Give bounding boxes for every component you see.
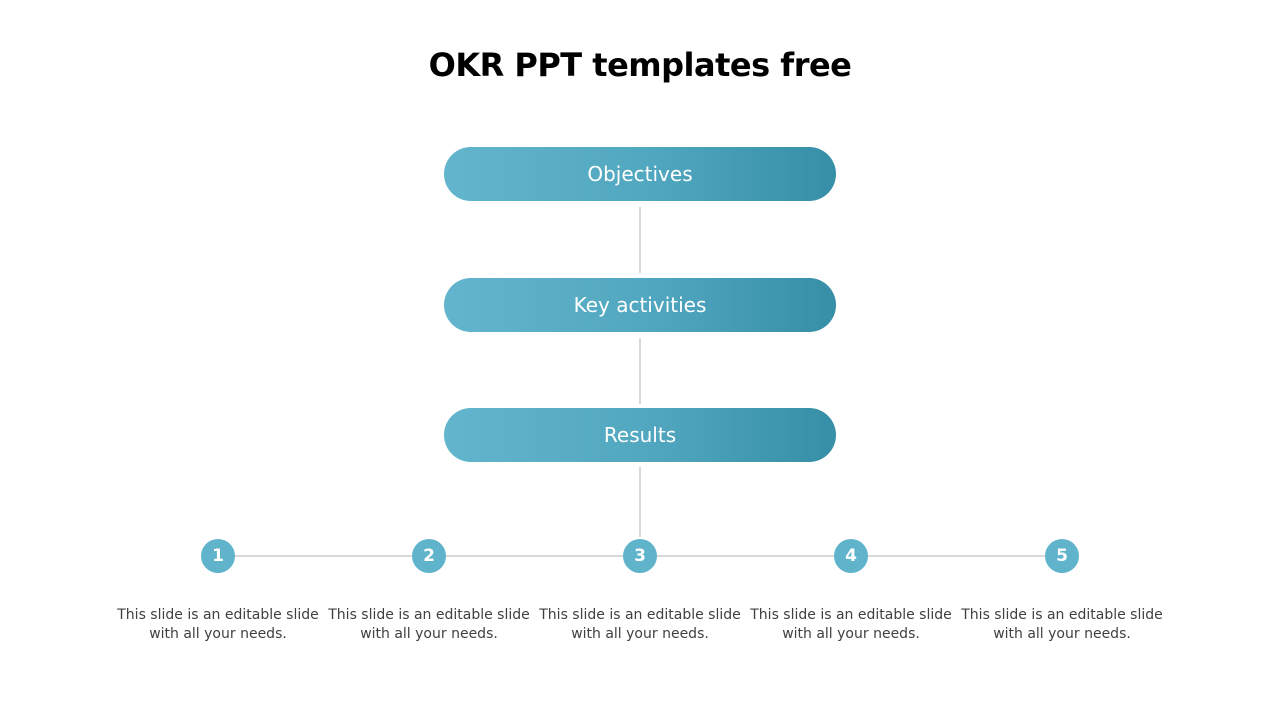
- step-circle-4: 4: [834, 539, 868, 573]
- step-circle-2: 2: [412, 539, 446, 573]
- step-description-5: This slide is an editable slide with all…: [961, 607, 1163, 642]
- results-box: Results: [444, 408, 836, 462]
- connector-line: [639, 207, 641, 273]
- step-description-4: This slide is an editable slide with all…: [750, 607, 952, 642]
- key-activities-box: Key activities: [444, 278, 836, 332]
- objectives-box: Objectives: [444, 147, 836, 201]
- step-circle-5: 5: [1045, 539, 1079, 573]
- step-description-2: This slide is an editable slide with all…: [328, 607, 530, 642]
- step-description-1: This slide is an editable slide with all…: [117, 607, 319, 642]
- step-description-3: This slide is an editable slide with all…: [539, 607, 741, 642]
- connector-line: [639, 338, 641, 404]
- slide-title: OKR PPT templates free: [428, 46, 852, 84]
- step-circle-1: 1: [201, 539, 235, 573]
- connector-line: [639, 467, 641, 537]
- step-circle-3: 3: [623, 539, 657, 573]
